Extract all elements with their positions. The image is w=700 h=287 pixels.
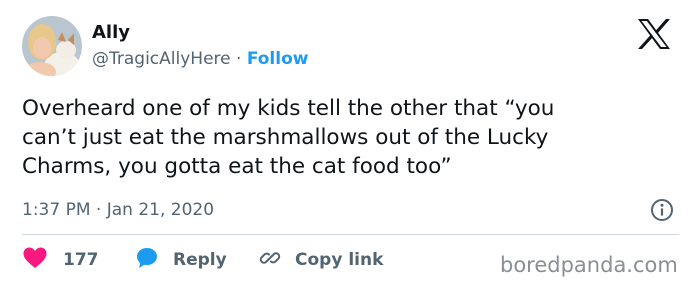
avatar[interactable] [22, 16, 82, 76]
copy-link-button[interactable]: Copy link [258, 248, 383, 272]
info-icon[interactable] [650, 198, 674, 222]
speech-bubble-icon [135, 246, 159, 274]
reply-button[interactable]: Reply [135, 248, 227, 272]
like-button[interactable]: 177 [22, 246, 99, 274]
link-icon [258, 246, 282, 274]
tweet-text-line: can’t just eat the marshmallows out of t… [22, 125, 549, 150]
tweet-text: Overheard one of my kids tell the other … [22, 94, 686, 181]
tweet-text-line: Overheard one of my kids tell the other … [22, 96, 555, 121]
copy-link-label: Copy link [295, 250, 384, 270]
tweet-timestamp[interactable]: 1:37 PM · Jan 21, 2020 [22, 199, 214, 221]
heart-icon [22, 246, 48, 274]
separator-dot: · [236, 49, 242, 69]
author-handle-row: @TragicAllyHere · Follow [92, 48, 308, 70]
divider [22, 234, 679, 235]
reply-label: Reply [173, 250, 227, 270]
author-handle[interactable]: @TragicAllyHere [92, 49, 231, 69]
follow-button[interactable]: Follow [247, 49, 309, 69]
author-name[interactable]: Ally [92, 22, 130, 44]
tweet-text-line: Charms, you gotta eat the cat food too” [22, 154, 452, 179]
watermark: boredpanda.com [500, 253, 678, 277]
like-count: 177 [63, 250, 99, 270]
x-logo-icon[interactable] [636, 18, 672, 50]
